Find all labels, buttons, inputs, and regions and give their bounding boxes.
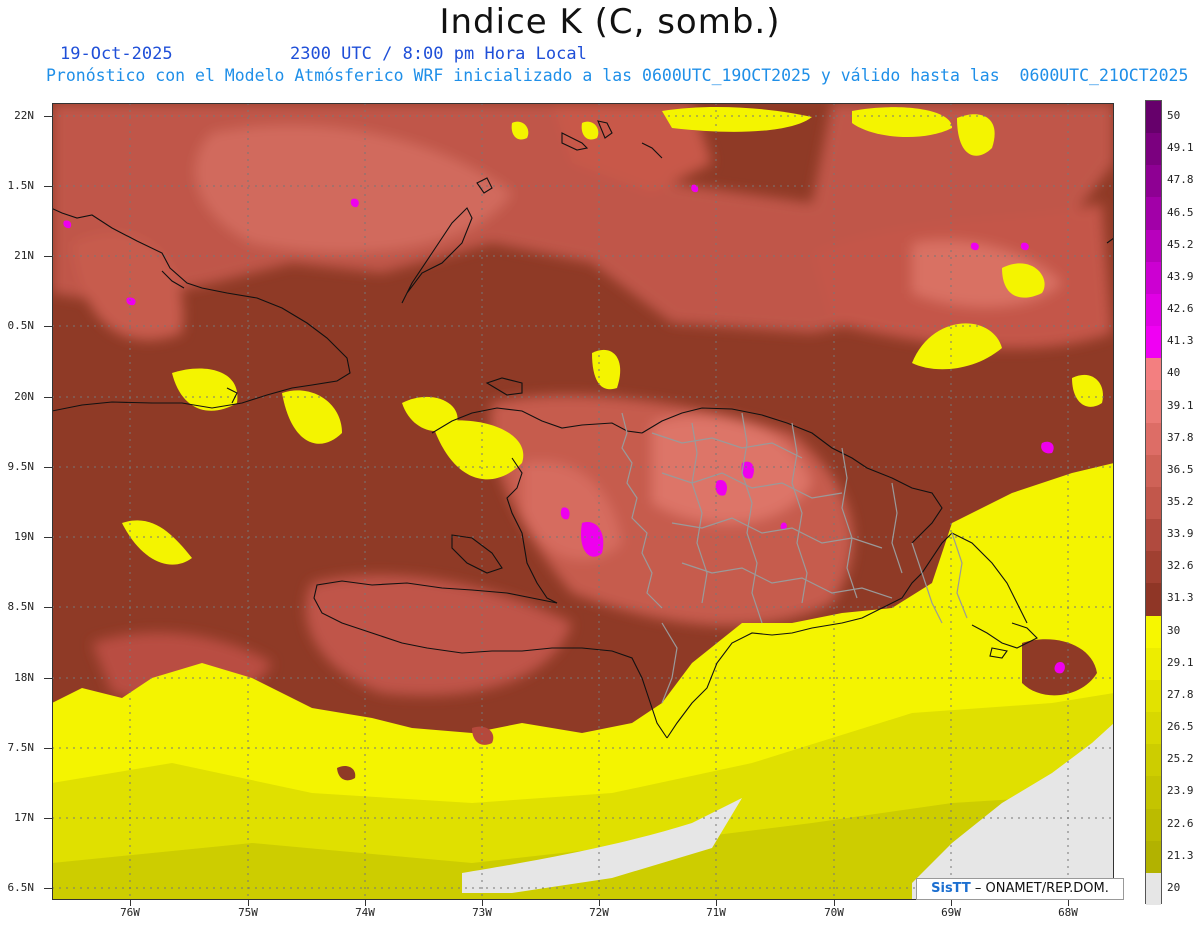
lon-label: 71W [706,906,726,919]
color-scale-swatch [1146,486,1161,520]
color-scale-label: 49.1 [1167,141,1194,155]
credit-org: – ONAMET/REP.DOM. [970,881,1109,896]
color-scale-label: 35.2 [1167,495,1194,508]
lat-label: 8.5N [7,600,35,613]
forecast-date: 19-Oct-2025 [60,44,173,64]
color-scale-swatch [1146,390,1161,424]
color-scale-bar [1145,100,1162,906]
credit-brand: SisTT [931,881,971,896]
lon-label: 69W [941,906,961,919]
color-scale-swatch [1146,229,1161,263]
lat-label: 7.5N [7,741,35,754]
color-scale-swatch [1146,293,1161,327]
color-scale-swatch [1146,326,1161,359]
color-scale-label: 42.6 [1167,302,1194,316]
color-scale-label: 41.3 [1167,334,1194,348]
lon-label: 70W [824,906,844,919]
color-scale-swatch [1146,744,1161,777]
color-scale-swatch [1146,840,1161,874]
color-scale-swatch [1146,551,1161,584]
color-scale-label: 27.8 [1167,687,1194,701]
color-scale-label: 37.8 [1167,430,1194,444]
color-scale-swatch [1146,519,1161,552]
color-scale-swatch [1146,679,1161,713]
lon-label: 76W [120,906,140,919]
model-info: Pronóstico con el Modelo Atmósferico WRF… [46,66,1189,85]
color-scale-swatch [1146,712,1161,745]
color-scale-label: 46.5 [1167,205,1194,219]
color-scale-label: 29.1 [1167,655,1194,669]
lat-label: 0.5N [7,319,35,332]
color-scale-swatch [1146,647,1161,681]
color-scale-label: 36.5 [1167,462,1194,476]
color-scale-swatch [1146,615,1161,649]
lat-label: 20N [14,390,34,403]
color-scale-swatch [1146,133,1161,166]
map-canvas [52,103,1114,900]
color-scale-label: 26.5 [1167,720,1194,734]
color-scale-label: 47.8 [1167,173,1194,187]
lat-label: 1.5N [7,179,35,192]
color-scale-swatch [1146,872,1161,906]
color-scale-label: 32.6 [1167,559,1194,573]
lon-label: 74W [355,906,375,919]
lat-label: 21N [14,249,34,262]
color-scale-swatch [1146,776,1161,810]
color-scale-label: 40 [1167,366,1181,380]
map-title: Indice K (C, somb.) [439,2,781,42]
lon-label: 75W [238,906,258,919]
forecast-date-line: 19-Oct-2025 2300 UTC / 8:00 pm Hora Local [60,44,587,64]
color-scale-label: 45.2 [1167,237,1194,251]
color-scale-label: 39.1 [1167,398,1194,412]
credit-box: SisTT – ONAMET/REP.DOM. [916,878,1124,900]
lat-label: 19N [14,530,34,543]
color-scale-label: 22.6 [1167,816,1194,830]
color-scale-swatch [1146,197,1161,231]
color-scale-swatch [1146,583,1161,617]
color-scale-label: 21.3 [1167,848,1194,862]
color-scale-label: 50 [1167,109,1181,123]
lon-label: 72W [589,906,609,919]
color-scale-label: 25.2 [1167,752,1194,766]
color-scale-label: 23.9 [1167,784,1194,798]
color-scale-label: 20 [1167,880,1181,894]
lat-label: 22N [14,109,34,122]
lon-label: 73W [472,906,492,919]
color-scale-label: 33.9 [1167,527,1194,541]
color-scale-label: 43.9 [1167,269,1194,283]
color-scale-swatch [1146,454,1161,488]
k-index-map [52,103,1114,900]
color-scale-swatch [1146,101,1161,134]
forecast-time: 2300 UTC / 8:00 pm Hora Local [290,44,587,64]
lat-label: 6.5N [7,881,35,894]
color-scale-swatch [1146,165,1161,198]
lat-label: 17N [14,811,34,824]
color-scale-label: 30 [1167,623,1181,637]
color-scale-swatch [1146,358,1161,391]
lat-label: 9.5N [7,460,35,473]
lat-label: 18N [14,671,34,684]
color-scale-label: 31.3 [1167,591,1194,605]
color-scale-swatch [1146,261,1161,295]
color-scale-swatch [1146,808,1161,842]
lon-label: 68W [1058,906,1078,919]
color-scale-swatch [1146,422,1161,456]
